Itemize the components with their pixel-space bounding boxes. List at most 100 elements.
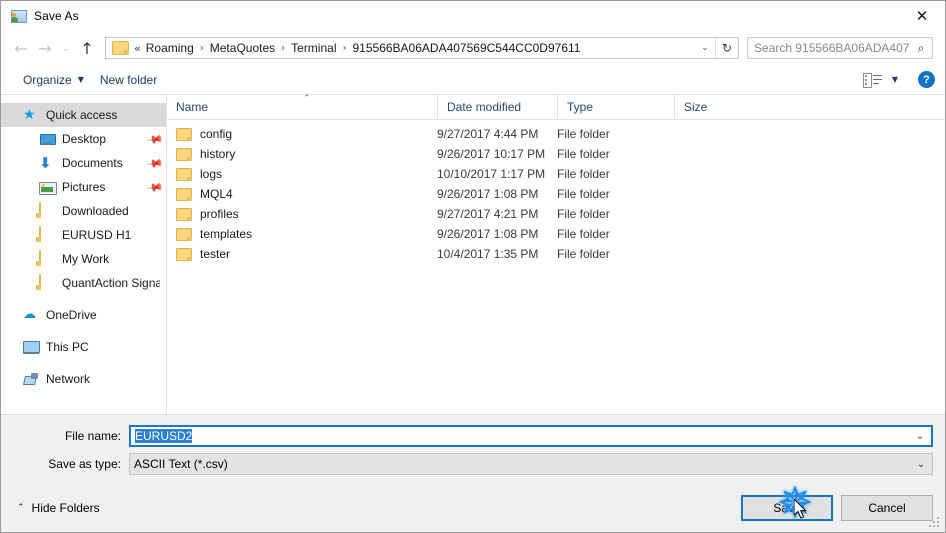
sidebar-item-documents[interactable]: ⬇ Documents 📌 [1,151,166,175]
save-as-icon [10,8,27,24]
back-button[interactable]: ← [9,36,33,60]
table-row[interactable]: history 9/26/2017 10:17 PM File folder [167,144,945,164]
folder-icon [112,41,129,55]
title-bar: Save As ✕ [1,1,945,31]
column-header-name[interactable]: Name [167,95,437,119]
file-name-cell[interactable]: profiles [167,207,437,221]
search-placeholder: Search 915566BA06ADA40756... [754,41,910,55]
sidebar-item-desktop[interactable]: Desktop 📌 [1,127,166,151]
column-headers: Name Date modified Type Size [167,95,945,120]
search-icon[interactable]: ⌕ [910,41,932,56]
sidebar-item-quantaction-signal[interactable]: QuantAction Signal [1,271,166,295]
file-name-label: profiles [200,207,239,221]
chevron-down-icon[interactable]: ⌄ [695,43,715,53]
search-input[interactable]: Search 915566BA06ADA40756... ⌕ [747,37,933,59]
file-name-value-wrap: EURUSD2 [131,429,909,443]
folder-icon [176,247,192,261]
file-name-label: File name: [64,429,121,443]
close-icon[interactable]: ✕ [899,1,945,31]
sidebar-item-my-work[interactable]: My Work [1,247,166,271]
save-as-type-select[interactable]: ASCII Text (*.csv) ⌄ [129,453,933,475]
table-row[interactable]: MQL4 9/26/2017 1:08 PM File folder [167,184,945,204]
breadcrumb-item-guid[interactable]: 915566BA06ADA407569C544CC0D97611 [351,41,583,55]
file-name-input[interactable]: EURUSD2 ⌄ [129,425,933,447]
table-row[interactable]: tester 10/4/2017 1:35 PM File folder [167,244,945,264]
table-row[interactable]: templates 9/26/2017 1:08 PM File folder [167,224,945,244]
resize-grip[interactable] [929,517,941,529]
breadcrumb-item-metaquotes[interactable]: MetaQuotes [208,41,277,55]
file-type-cell: File folder [557,247,610,261]
save-as-type-row: Save as type: ASCII Text (*.csv) ⌄ [1,453,945,475]
organize-button[interactable]: Organize ▼ [15,70,92,90]
this-pc-icon [23,339,40,355]
new-folder-button[interactable]: New folder [92,70,165,90]
table-row[interactable]: profiles 9/27/2017 4:21 PM File folder [167,204,945,224]
sidebar-item-downloaded[interactable]: Downloaded [1,199,166,223]
file-name-label: logs [200,167,223,181]
sidebar-item-this-pc[interactable]: This PC [1,335,166,359]
save-as-type-value: ASCII Text (*.csv) [134,457,228,471]
file-name-cell[interactable]: templates [167,227,437,241]
column-header-size[interactable]: Size [674,95,754,119]
file-name-cell[interactable]: MQL4 [167,187,437,201]
breadcrumb-separator-icon: › [199,42,204,54]
help-icon[interactable]: ? [918,71,935,88]
change-view-button[interactable]: ▼ [854,68,906,92]
file-date-cell: 9/27/2017 4:21 PM [437,207,539,221]
file-type-cell: File folder [557,127,610,141]
sidebar-item-onedrive[interactable]: ☁ OneDrive [1,303,166,327]
save-as-dialog: Save As ✕ ← → ⌄ ↑ « Roaming › MetaQuotes… [0,0,946,533]
dialog-footer: ⌃ Hide Folders Save Cancel [1,483,945,532]
file-name-cell[interactable]: config [167,127,437,141]
recent-locations-button[interactable]: ⌄ [57,36,75,60]
file-type-cell: File folder [557,167,610,181]
file-type-cell: File folder [557,227,610,241]
sidebar-item-label: My Work [62,252,110,266]
folder-icon [176,207,192,221]
cloud-icon: ☁ [23,307,36,322]
sidebar-item-label: Desktop [62,132,107,146]
folder-icon [176,167,192,181]
file-name-label: tester [200,247,231,261]
sidebar-item-network[interactable]: Network [1,367,166,391]
breadcrumb-item-roaming[interactable]: Roaming [144,41,196,55]
column-header-type[interactable]: Type [557,95,674,119]
file-name-cell[interactable]: tester [167,247,437,261]
chevron-down-icon[interactable]: ⌄ [910,459,932,470]
file-name-cell[interactable]: logs [167,167,437,181]
save-button[interactable]: Save [741,495,833,521]
breadcrumb-separator-icon: › [342,42,347,54]
folder-icon [176,227,192,241]
file-name-label: MQL4 [200,187,233,201]
file-type-cell: File folder [557,207,610,221]
sidebar-item-eurusd-h1[interactable]: EURUSD H1 [1,223,166,247]
view-list-icon [862,71,884,89]
folder-icon [176,187,192,201]
refresh-icon[interactable]: ↻ [715,38,738,58]
table-row[interactable]: logs 10/10/2017 1:17 PM File folder [167,164,945,184]
hide-folders-button[interactable]: ⌃ Hide Folders [11,501,100,515]
address-bar[interactable]: « Roaming › MetaQuotes › Terminal › 9155… [105,37,739,59]
file-name-label: history [200,147,236,161]
sidebar-item-label: EURUSD H1 [62,228,132,242]
cancel-button[interactable]: Cancel [841,495,933,521]
breadcrumb-item-terminal[interactable]: Terminal [289,41,338,55]
file-date-cell: 9/27/2017 4:44 PM [437,127,539,141]
network-icon [23,371,39,387]
file-date-cell: 10/4/2017 1:35 PM [437,247,539,261]
sidebar-item-quick-access[interactable]: ★ Quick access [1,103,166,127]
up-button[interactable]: ↑ [75,36,99,60]
sidebar-item-label: Network [46,372,91,386]
folder-icon [39,250,55,267]
sidebar-item-label: OneDrive [46,308,97,322]
chevron-down-icon[interactable]: ⌄ [909,431,931,442]
table-row[interactable]: config 9/27/2017 4:44 PM File folder [167,124,945,144]
file-name-cell[interactable]: history [167,147,437,161]
sidebar-item-pictures[interactable]: Pictures 📌 [1,175,166,199]
column-header-date-modified[interactable]: Date modified [437,95,557,119]
hide-folders-label: Hide Folders [31,501,100,515]
forward-button[interactable]: → [33,36,57,60]
file-type-cell: File folder [557,187,610,201]
file-name-label: templates [200,227,253,241]
breadcrumb-overflow[interactable]: « [133,42,144,55]
